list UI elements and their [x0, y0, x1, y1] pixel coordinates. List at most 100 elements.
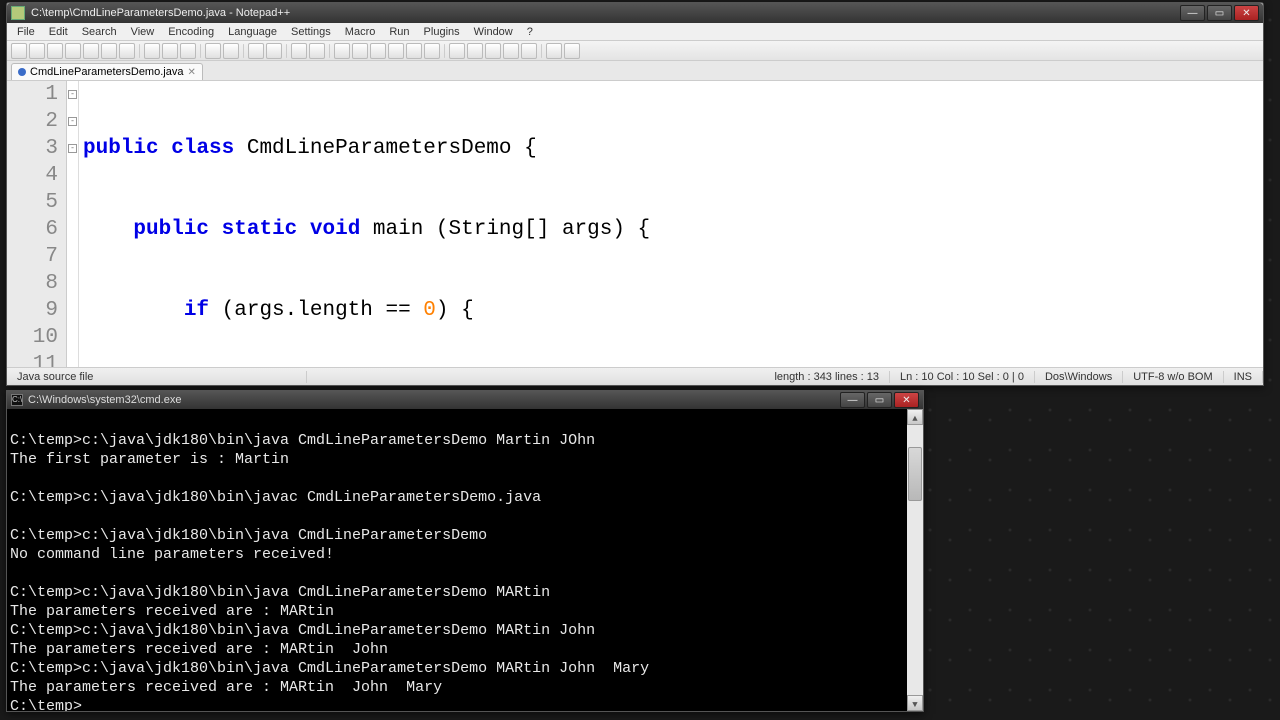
scroll-up-icon[interactable]: ▲	[907, 409, 923, 425]
cmd-line: C:\temp>c:\java\jdk180\bin\java CmdLineP…	[10, 527, 487, 544]
cmd-app-icon: C:\	[11, 394, 23, 406]
num: 0	[423, 299, 436, 322]
fold-marker-icon[interactable]: -	[68, 90, 77, 99]
cmd-line: C:\temp>c:\java\jdk180\bin\javac CmdLine…	[10, 489, 541, 506]
cmd-line: C:\temp>c:\java\jdk180\bin\java CmdLineP…	[10, 584, 550, 601]
tab-close-icon[interactable]: ✕	[187, 67, 195, 78]
cmd-close-button[interactable]: ✕	[894, 392, 919, 408]
indent	[83, 218, 133, 241]
cmd-titlebar[interactable]: C:\ C:\Windows\system32\cmd.exe — ▭ ✕	[7, 391, 923, 409]
menu-run[interactable]: Run	[383, 25, 415, 39]
minimize-button[interactable]: —	[1180, 5, 1205, 21]
kw: public	[83, 137, 159, 160]
toolbar-allchars-icon[interactable]	[352, 43, 368, 59]
code-area[interactable]: public class CmdLineParametersDemo { pub…	[79, 81, 1263, 367]
line-number: 1	[7, 81, 58, 108]
status-length: length : 343 lines : 13	[764, 371, 890, 383]
tab-label: CmdLineParametersDemo.java	[30, 66, 183, 78]
scroll-thumb[interactable]	[908, 447, 922, 501]
toolbar-doc-map-icon[interactable]	[406, 43, 422, 59]
cmd-line: The parameters received are : MARtin Joh…	[10, 679, 442, 696]
cmd-line: The parameters received are : MARtin	[10, 603, 334, 620]
toolbar-record-icon[interactable]	[449, 43, 465, 59]
kw: class	[171, 137, 234, 160]
toolbar-zoom-in-icon[interactable]	[291, 43, 307, 59]
maximize-button[interactable]: ▭	[1207, 5, 1232, 21]
toolbar-new-icon[interactable]	[11, 43, 27, 59]
toolbar-extra2-icon[interactable]	[564, 43, 580, 59]
fold-column: - - -	[67, 81, 79, 367]
menu-edit[interactable]: Edit	[43, 25, 74, 39]
cmd-line: No command line parameters received!	[10, 546, 334, 563]
toolbar-redo-icon[interactable]	[223, 43, 239, 59]
line-number: 5	[7, 189, 58, 216]
cmd-terminal[interactable]: C:\temp>c:\java\jdk180\bin\java CmdLineP…	[7, 409, 923, 711]
menu-settings[interactable]: Settings	[285, 25, 337, 39]
npp-tabbar: CmdLineParametersDemo.java ✕	[7, 61, 1263, 81]
tab-modified-indicator-icon	[18, 68, 26, 76]
toolbar-find-icon[interactable]	[248, 43, 264, 59]
kw: public	[133, 218, 209, 241]
status-insert-mode: INS	[1224, 371, 1263, 383]
toolbar-copy-icon[interactable]	[162, 43, 178, 59]
npp-toolbar	[7, 41, 1263, 61]
toolbar-replace-icon[interactable]	[266, 43, 282, 59]
toolbar-func-list-icon[interactable]	[424, 43, 440, 59]
tab-file[interactable]: CmdLineParametersDemo.java ✕	[11, 63, 203, 80]
menu-plugins[interactable]: Plugins	[418, 25, 466, 39]
line-number: 3	[7, 135, 58, 162]
toolbar-save-macro-icon[interactable]	[521, 43, 537, 59]
cmd-minimize-button[interactable]: —	[840, 392, 865, 408]
toolbar-open-icon[interactable]	[29, 43, 45, 59]
toolbar-separator	[200, 44, 201, 58]
toolbar-cut-icon[interactable]	[144, 43, 160, 59]
menu-search[interactable]: Search	[76, 25, 123, 39]
menu-macro[interactable]: Macro	[339, 25, 382, 39]
scroll-down-icon[interactable]: ▼	[907, 695, 923, 711]
toolbar-zoom-out-icon[interactable]	[309, 43, 325, 59]
menu-window[interactable]: Window	[468, 25, 519, 39]
npp-title-text: C:\temp\CmdLineParametersDemo.java - Not…	[31, 7, 1180, 19]
fold-marker-icon[interactable]: -	[68, 117, 77, 126]
menu-language[interactable]: Language	[222, 25, 283, 39]
npp-app-icon	[11, 6, 25, 20]
toolbar-print-icon[interactable]	[119, 43, 135, 59]
code-editor[interactable]: 1 2 3 4 5 6 7 8 9 10 11 - - - public cla…	[7, 81, 1263, 367]
close-button[interactable]: ✕	[1234, 5, 1259, 21]
npp-titlebar[interactable]: C:\temp\CmdLineParametersDemo.java - Not…	[7, 3, 1263, 23]
toolbar-run-multi-icon[interactable]	[503, 43, 519, 59]
line-number: 7	[7, 243, 58, 270]
toolbar-play-icon[interactable]	[485, 43, 501, 59]
notepad-plus-plus-window: C:\temp\CmdLineParametersDemo.java - Not…	[6, 2, 1264, 386]
toolbar-extra-icon[interactable]	[546, 43, 562, 59]
indent	[83, 299, 184, 322]
kw: void	[310, 218, 360, 241]
toolbar-close-all-icon[interactable]	[101, 43, 117, 59]
fold-marker-icon[interactable]: -	[68, 144, 77, 153]
menu-file[interactable]: File	[11, 25, 41, 39]
cmd-scrollbar[interactable]: ▲ ▼	[907, 409, 923, 711]
code-text: CmdLineParametersDemo {	[234, 137, 536, 160]
menu-view[interactable]: View	[125, 25, 161, 39]
toolbar-wordwrap-icon[interactable]	[334, 43, 350, 59]
toolbar-indent-icon[interactable]	[370, 43, 386, 59]
scroll-track[interactable]	[907, 425, 923, 695]
cmd-title-text: C:\Windows\system32\cmd.exe	[28, 394, 840, 406]
line-number: 2	[7, 108, 58, 135]
toolbar-undo-icon[interactable]	[205, 43, 221, 59]
toolbar-stop-icon[interactable]	[467, 43, 483, 59]
code-text: (args.length ==	[209, 299, 423, 322]
toolbar-separator	[286, 44, 287, 58]
line-number: 6	[7, 216, 58, 243]
toolbar-save-all-icon[interactable]	[65, 43, 81, 59]
line-number: 11	[7, 351, 58, 367]
toolbar-folder-icon[interactable]	[388, 43, 404, 59]
line-number: 8	[7, 270, 58, 297]
toolbar-paste-icon[interactable]	[180, 43, 196, 59]
toolbar-separator	[329, 44, 330, 58]
cmd-maximize-button[interactable]: ▭	[867, 392, 892, 408]
toolbar-close-icon[interactable]	[83, 43, 99, 59]
menu-encoding[interactable]: Encoding	[162, 25, 220, 39]
menu-help[interactable]: ?	[521, 25, 539, 39]
toolbar-save-icon[interactable]	[47, 43, 63, 59]
